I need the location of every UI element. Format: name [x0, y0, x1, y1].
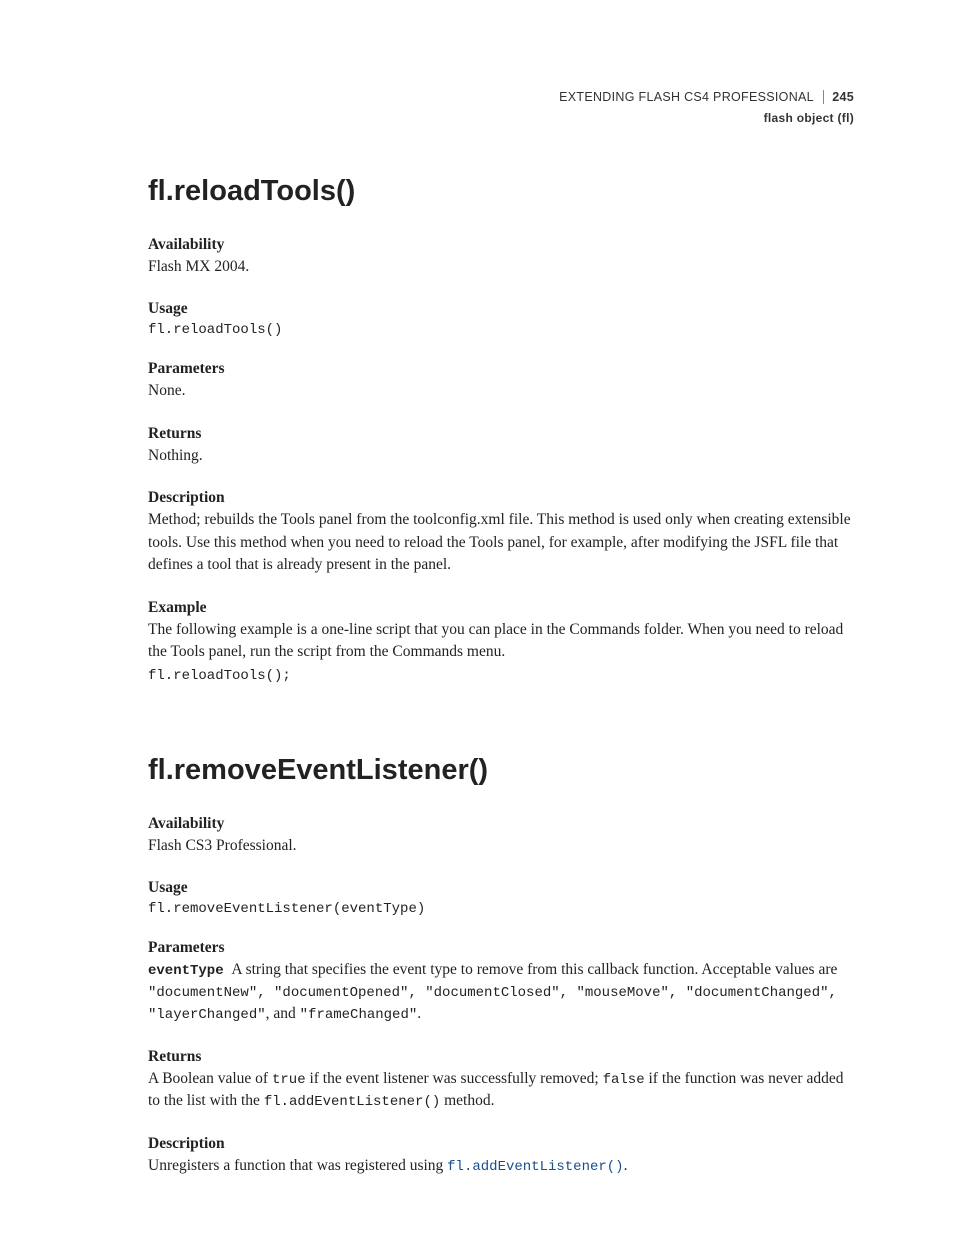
- body-text: A Boolean value of true if the event lis…: [148, 1068, 854, 1113]
- subhead-example: Example: [148, 599, 854, 617]
- subhead-parameters: Parameters: [148, 360, 854, 378]
- method-title-reloadtools: fl.reloadTools(): [148, 175, 854, 208]
- body-text: Nothing.: [148, 445, 854, 467]
- param-intro: A string that specifies the event type t…: [231, 961, 837, 978]
- param-name: eventType: [148, 963, 224, 979]
- subhead-availability: Availability: [148, 815, 854, 833]
- body-text: "layerChanged", and "frameChanged".: [148, 1003, 854, 1025]
- page-content: EXTENDING FLASH CS4 PROFESSIONAL 245 fla…: [0, 0, 954, 1259]
- subhead-parameters: Parameters: [148, 939, 854, 957]
- book-title: EXTENDING FLASH CS4 PROFESSIONAL: [559, 90, 813, 104]
- subhead-description: Description: [148, 1135, 854, 1153]
- body-text: eventType A string that specifies the ev…: [148, 959, 854, 981]
- code-inline: false: [603, 1072, 645, 1088]
- body-text: None.: [148, 380, 854, 402]
- link-addeventlistener[interactable]: fl.addEventListener(): [447, 1159, 623, 1175]
- page-number: 245: [823, 90, 854, 104]
- subhead-usage: Usage: [148, 300, 854, 318]
- subhead-description: Description: [148, 489, 854, 507]
- code-block: fl.reloadTools();: [148, 668, 854, 684]
- code-block: "documentNew", "documentOpened", "docume…: [148, 985, 854, 1001]
- body-text: Flash MX 2004.: [148, 256, 854, 278]
- method-title-removeeventlistener: fl.removeEventListener(): [148, 754, 854, 787]
- subhead-returns: Returns: [148, 425, 854, 443]
- code-inline: "frameChanged": [300, 1007, 418, 1023]
- subhead-availability: Availability: [148, 236, 854, 254]
- body-text: Flash CS3 Professional.: [148, 835, 854, 857]
- subhead-returns: Returns: [148, 1048, 854, 1066]
- body-text: Unregisters a function that was register…: [148, 1155, 854, 1177]
- code-inline: "layerChanged": [148, 1007, 266, 1023]
- code-inline: true: [272, 1072, 306, 1088]
- code-block: fl.removeEventListener(eventType): [148, 901, 854, 917]
- section-name: flash object (fl): [148, 109, 854, 127]
- body-text: The following example is a one-line scri…: [148, 619, 854, 664]
- code-inline: fl.addEventListener(): [264, 1094, 440, 1110]
- running-header: EXTENDING FLASH CS4 PROFESSIONAL 245 fla…: [148, 88, 854, 127]
- code-block: fl.reloadTools(): [148, 322, 854, 338]
- subhead-usage: Usage: [148, 879, 854, 897]
- body-text: Method; rebuilds the Tools panel from th…: [148, 509, 854, 576]
